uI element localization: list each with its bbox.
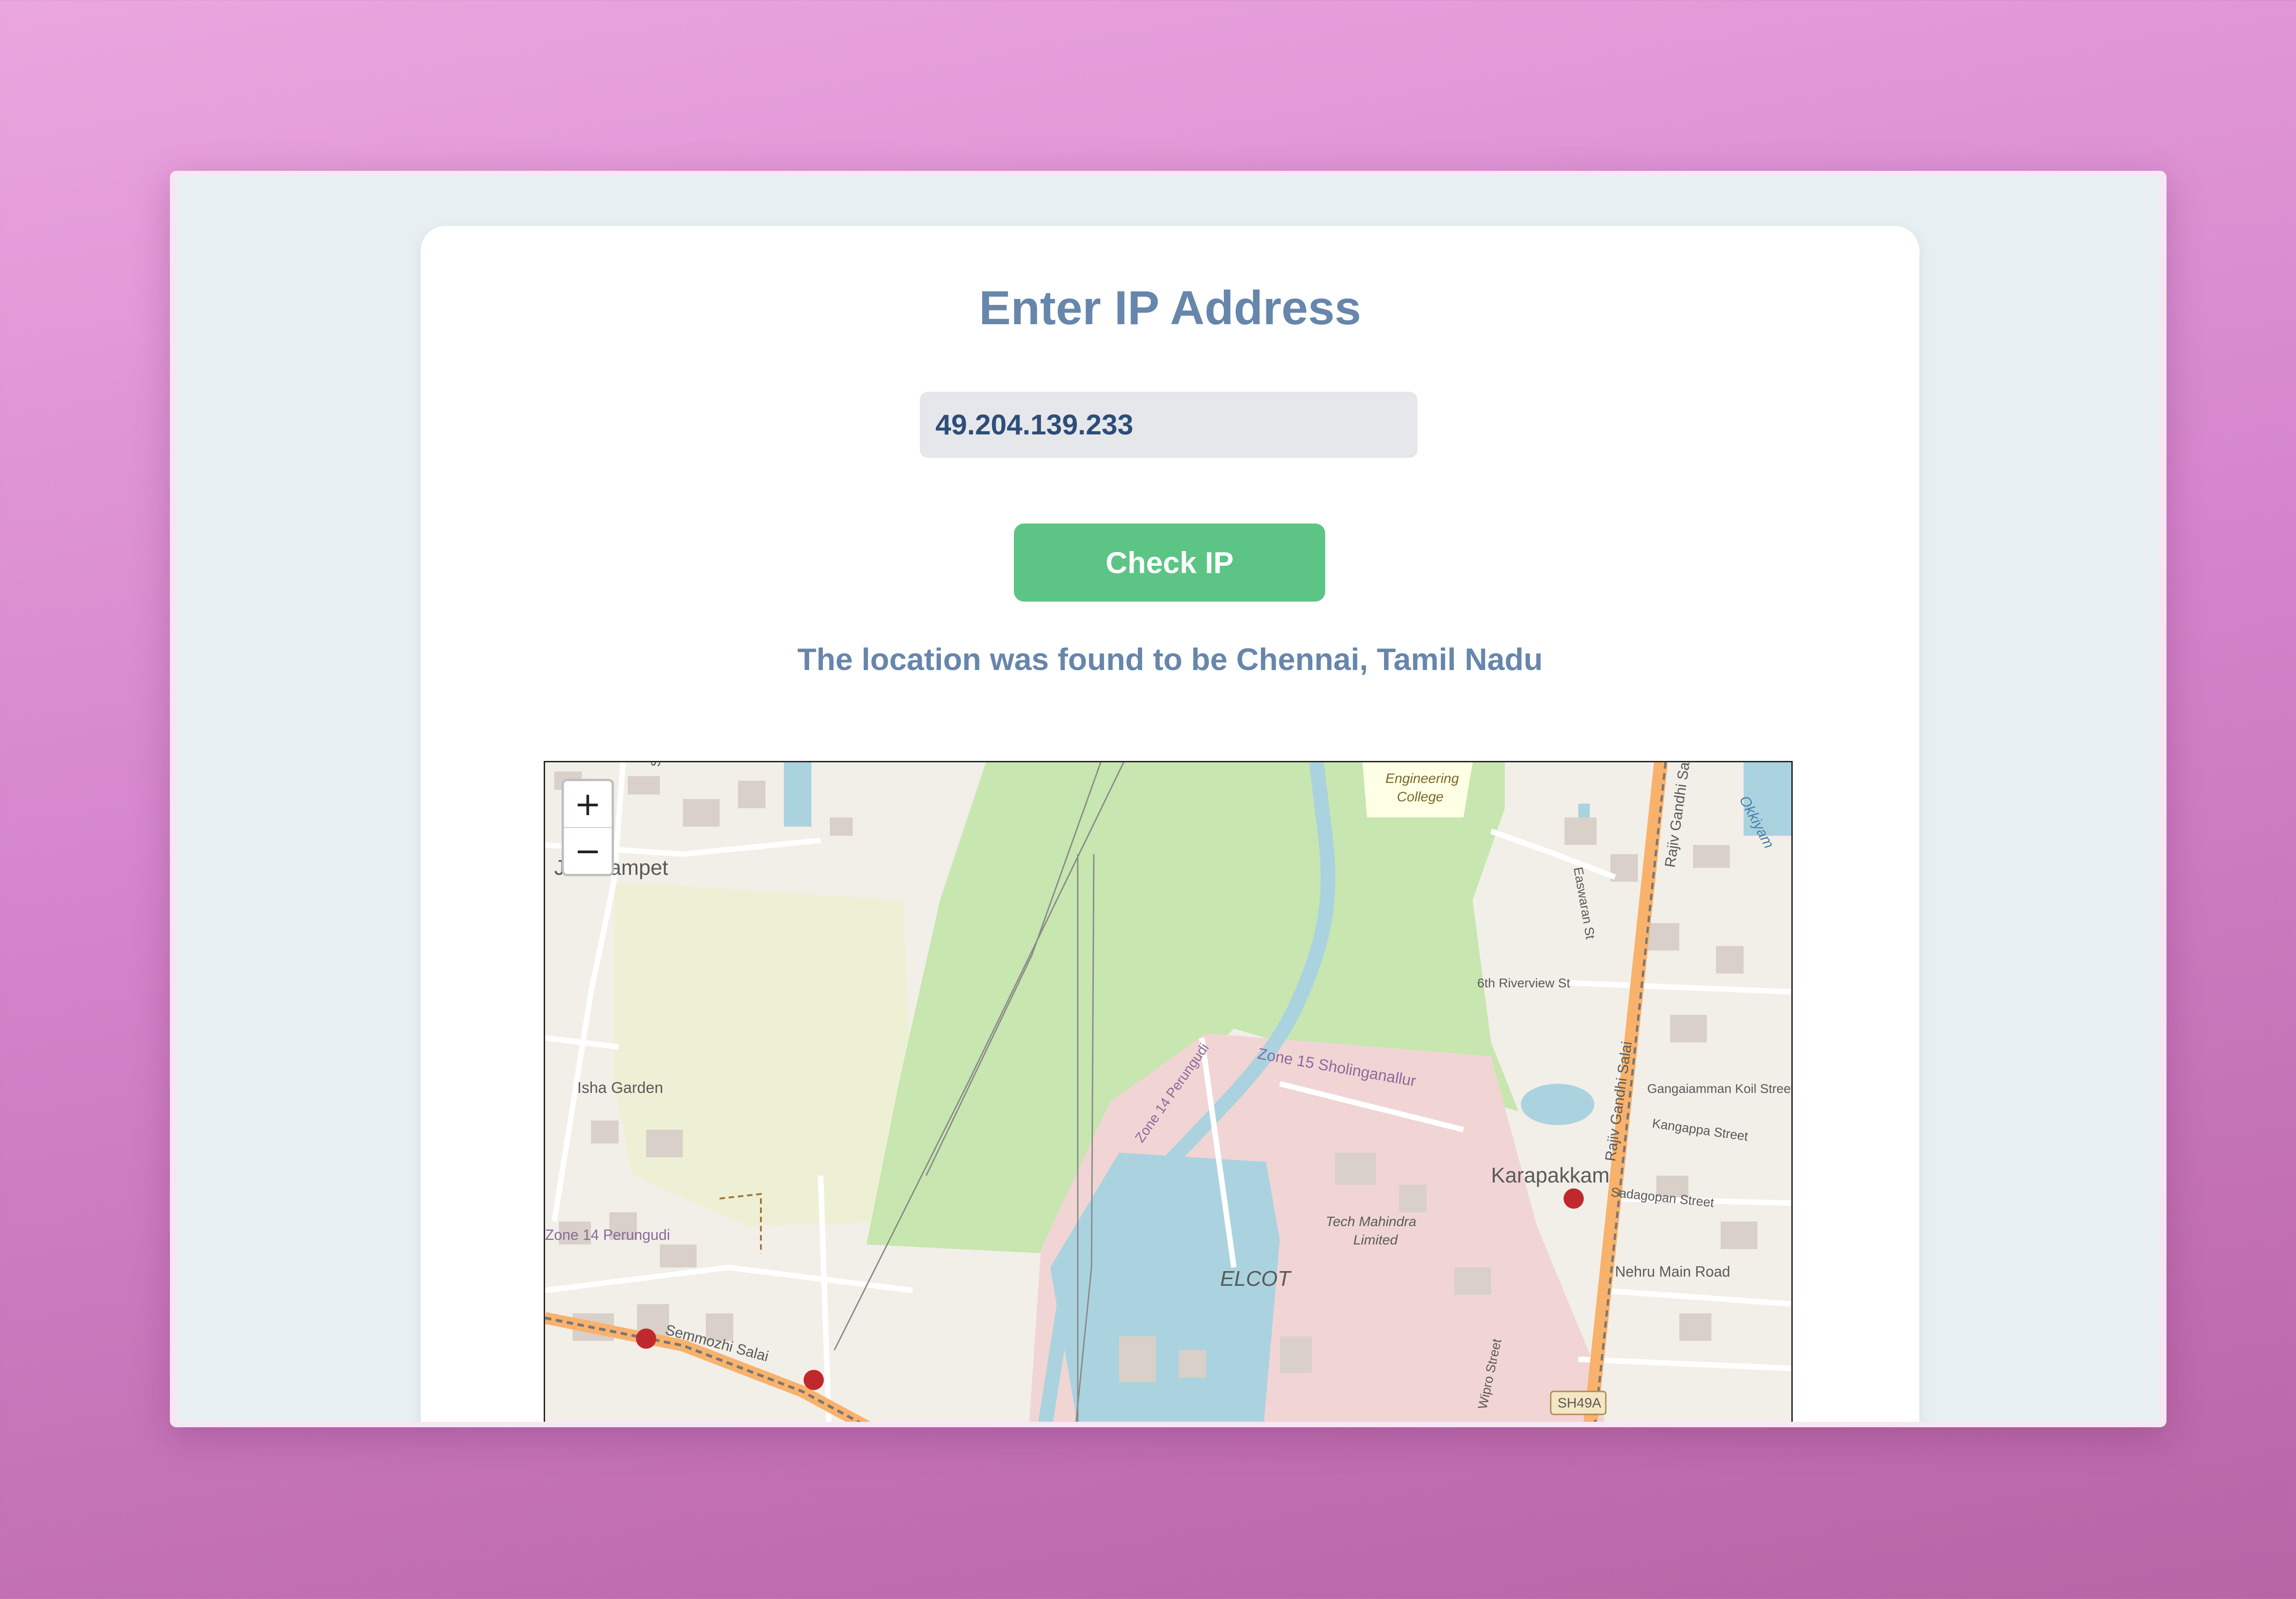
map-label: Karapakkam [1491, 1163, 1609, 1187]
map-label: Zone 14 Perungudi [545, 1227, 670, 1243]
location-map[interactable]: Jalladampet Isha Garden Zone 14 Perungud… [544, 761, 1793, 1422]
zoom-out-button[interactable]: − [564, 827, 612, 874]
map-label: Nehru Main Road [1615, 1263, 1730, 1280]
map-zoom-control: + − [562, 779, 614, 876]
zoom-in-button[interactable]: + [564, 781, 612, 827]
browser-window: Enter IP Address Check IP The location w… [170, 171, 2167, 1427]
map-shield-label: SH49A [1558, 1396, 1601, 1411]
map-label: Limited [1353, 1233, 1398, 1248]
page-title: Enter IP Address [979, 282, 1362, 335]
map-label: 6th Riverview St [1477, 976, 1570, 990]
map-label: Isha Garden [577, 1079, 663, 1097]
map-label: College [1397, 789, 1444, 805]
map-label: Engineering [1385, 771, 1459, 786]
page-viewport: Enter IP Address Check IP The location w… [177, 176, 2159, 1422]
map-label: Street [648, 762, 664, 767]
map-label: ELCOT [1220, 1267, 1292, 1290]
map-label: Gangaiamman Koil Street [1647, 1081, 1793, 1096]
ip-address-input[interactable] [920, 392, 1418, 458]
ip-lookup-card: Enter IP Address Check IP The location w… [421, 226, 1919, 1422]
map-tiles: Jalladampet Isha Garden Zone 14 Perungud… [545, 762, 1793, 1422]
check-ip-button[interactable]: Check IP [1014, 524, 1325, 602]
location-result: The location was found to be Chennai, Ta… [797, 642, 1543, 677]
map-label: Tech Mahindra [1326, 1214, 1416, 1229]
